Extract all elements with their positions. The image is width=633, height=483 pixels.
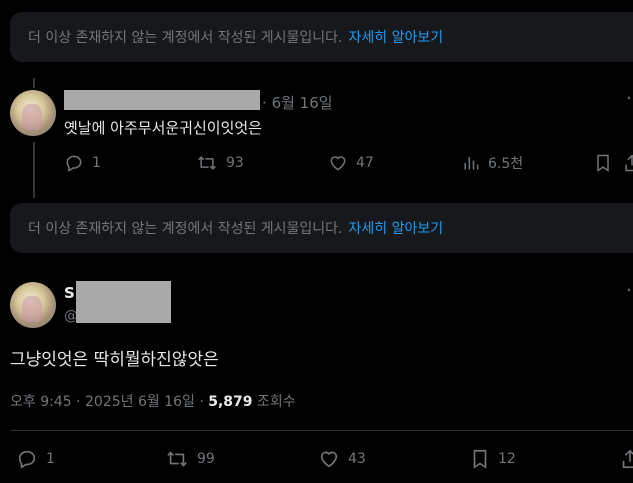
- post-text: 옛날에 아주무서운귀신이잇엇은: [64, 119, 262, 137]
- display-name-initial[interactable]: S: [64, 284, 75, 302]
- thread-line: [33, 142, 35, 198]
- repost-count: 99: [197, 451, 215, 467]
- repost-icon: [198, 156, 216, 170]
- views-button[interactable]: 6.5천: [462, 153, 523, 173]
- post-metadata: 오후 9:45 · 2025년 6월 16일 · 5,879 조회수: [10, 391, 296, 411]
- deleted-account-notice: 더 이상 존재하지 않는 계정에서 작성된 게시물입니다. 자세히 알아보기: [10, 12, 633, 62]
- notice-text: 더 이상 존재하지 않는 계정에서 작성된 게시물입니다.: [28, 30, 343, 46]
- share-icon: [625, 154, 633, 172]
- views-label: 조회수: [257, 394, 296, 410]
- views-count: 5,879: [208, 394, 253, 410]
- like-button[interactable]: 43: [318, 448, 366, 470]
- reply-icon: [66, 155, 82, 172]
- more-options-icon[interactable]: ·: [626, 88, 633, 109]
- heart-icon: [330, 156, 346, 171]
- bookmark-icon: [473, 449, 487, 469]
- like-count: 47: [356, 155, 374, 171]
- redacted-username: [76, 281, 171, 323]
- divider: [10, 430, 633, 431]
- post-text: 그냥잇엇은 딱히뭘하진않앗은: [10, 350, 219, 370]
- notice-text: 더 이상 존재하지 않는 계정에서 작성된 게시물입니다.: [28, 221, 343, 237]
- repost-count: 93: [226, 155, 244, 171]
- heart-icon: [320, 451, 338, 468]
- avatar[interactable]: [10, 282, 56, 328]
- post-timestamp[interactable]: 오후 9:45 · 2025년 6월 16일 ·: [10, 394, 204, 410]
- bookmark-button[interactable]: [594, 153, 612, 173]
- learn-more-link[interactable]: 자세히 알아보기: [349, 218, 444, 238]
- deleted-account-notice: 더 이상 존재하지 않는 계정에서 작성된 게시물입니다. 자세히 알아보기: [10, 203, 633, 253]
- more-options-icon[interactable]: ·: [626, 280, 633, 301]
- repost-button[interactable]: 93: [196, 153, 244, 173]
- post-date[interactable]: · 6월 16일: [262, 92, 333, 113]
- reply-count: 1: [92, 155, 101, 171]
- share-icon: [622, 449, 633, 469]
- like-count: 43: [348, 451, 366, 467]
- view-count: 6.5천: [488, 156, 524, 172]
- reply-button[interactable]: 1: [64, 153, 101, 173]
- like-button[interactable]: 47: [328, 153, 374, 173]
- reply-count: 1: [46, 451, 55, 467]
- reply-icon: [18, 450, 36, 469]
- reply-button[interactable]: 1: [16, 448, 55, 470]
- avatar[interactable]: [10, 90, 56, 136]
- share-button[interactable]: [624, 153, 633, 173]
- repost-button[interactable]: 99: [165, 448, 215, 470]
- thread-line: [33, 78, 35, 88]
- analytics-icon: [464, 157, 479, 170]
- date-text: 6월 16일: [271, 94, 333, 112]
- repost-icon: [167, 451, 187, 467]
- redacted-username: [64, 90, 260, 110]
- bookmark-count: 12: [498, 451, 516, 467]
- date-separator: ·: [262, 94, 267, 112]
- bookmark-icon: [597, 154, 609, 172]
- learn-more-link[interactable]: 자세히 알아보기: [349, 27, 444, 47]
- share-button[interactable]: [621, 448, 633, 470]
- bookmark-button[interactable]: 12: [470, 448, 516, 470]
